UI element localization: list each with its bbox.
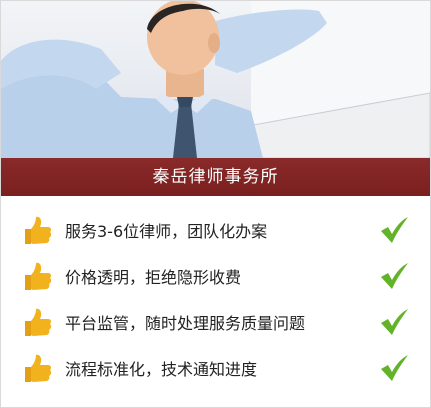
feature-item: 平台监管，随时处理服务质量问题 (1, 300, 430, 344)
thumbs-up-icon (25, 354, 52, 382)
relaxed-man-illustration (1, 1, 430, 158)
feature-item: 流程标准化，技术通知进度 (1, 346, 430, 390)
feature-list: 服务3-6位律师，团队化办案 价格透明，拒绝隐形收费 平台监管，随时处理服务质量… (1, 196, 430, 407)
check-icon (381, 309, 408, 335)
check-icon (381, 217, 408, 243)
check-icon (381, 355, 408, 381)
feature-text: 流程标准化，技术通知进度 (65, 360, 258, 379)
thumbs-up-icon (25, 216, 52, 244)
feature-text: 平台监管，随时处理服务质量问题 (65, 314, 306, 333)
feature-item: 服务3-6位律师，团队化办案 (1, 208, 430, 252)
feature-text: 价格透明，拒绝隐形收费 (65, 268, 242, 287)
feature-item: 价格透明，拒绝隐形收费 (1, 254, 430, 298)
thumbs-up-icon (25, 308, 52, 336)
feature-text: 服务3-6位律师，团队化办案 (65, 222, 268, 241)
hero-photo (1, 1, 430, 158)
promo-card: 秦岳律师事务所 服务3-6位律师，团队化办案 价格透明，拒绝隐形收费 平台监管，… (0, 0, 431, 408)
thumbs-up-icon (25, 262, 52, 290)
check-icon (381, 263, 408, 289)
firm-name-banner: 秦岳律师事务所 (1, 158, 430, 196)
